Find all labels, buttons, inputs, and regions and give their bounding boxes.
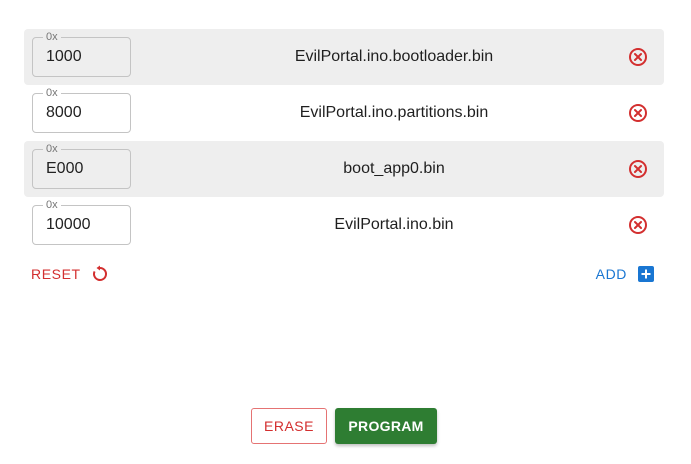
remove-circle-icon[interactable] [628, 47, 648, 67]
add-label: ADD [595, 266, 627, 282]
offset-value: E000 [46, 160, 84, 177]
file-row: 0x 8000 EvilPortal.ino.partitions.bin [24, 85, 664, 141]
flash-page: 0x 1000 EvilPortal.ino.bootloader.bin 0x… [0, 0, 691, 464]
remove-circle-icon[interactable] [628, 215, 648, 235]
reset-label: RESET [31, 266, 81, 282]
file-name: boot_app0.bin [343, 160, 445, 177]
file-name: EvilPortal.ino.bootloader.bin [294, 48, 494, 65]
add-button[interactable]: ADD [596, 262, 655, 286]
offset-value: 1000 [46, 48, 82, 65]
offset-field[interactable]: 0x E000 [32, 142, 131, 189]
file-name: EvilPortal.ino.partitions.bin [299, 104, 489, 121]
file-name: EvilPortal.ino.bin [334, 216, 454, 233]
file-row: 0x E000 boot_app0.bin [24, 141, 664, 197]
offset-field[interactable]: 0x 8000 [32, 86, 131, 133]
offset-value: 8000 [46, 104, 82, 121]
file-row: 0x 10000 EvilPortal.ino.bin [24, 197, 664, 253]
reset-button[interactable]: RESET [31, 262, 109, 286]
remove-circle-icon[interactable] [628, 103, 648, 123]
erase-button[interactable]: ERASE [251, 408, 327, 444]
offset-field[interactable]: 0x 10000 [32, 198, 131, 245]
offset-value: 10000 [46, 216, 91, 233]
offset-field[interactable]: 0x 1000 [32, 30, 131, 77]
file-row: 0x 1000 EvilPortal.ino.bootloader.bin [24, 29, 664, 85]
refresh-icon [92, 265, 107, 281]
add-box-icon [638, 266, 654, 282]
remove-circle-icon[interactable] [628, 159, 648, 179]
program-button[interactable]: PROGRAM [335, 408, 437, 444]
